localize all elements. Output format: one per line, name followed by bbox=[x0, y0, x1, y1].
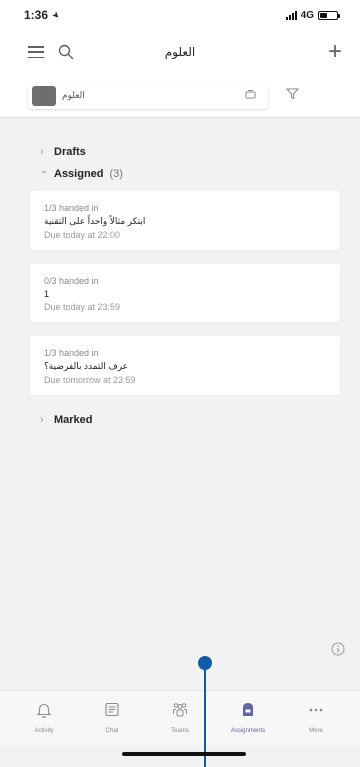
assignment-title: ابتكر مثالاً واحداً على التقنية bbox=[44, 216, 146, 226]
battery-icon bbox=[318, 10, 340, 20]
class-selector[interactable]: العلوم bbox=[28, 82, 268, 109]
tab-label: More bbox=[309, 728, 323, 734]
assignments-icon bbox=[239, 701, 257, 724]
handed-in-status: 0/3 handed in bbox=[44, 276, 99, 286]
tab-label: Teams bbox=[171, 728, 189, 734]
due-date: Due tomorrow at 23:59 bbox=[44, 375, 136, 385]
filter-icon[interactable] bbox=[285, 87, 300, 105]
search-icon[interactable] bbox=[58, 44, 74, 60]
assignment-title: 1 bbox=[44, 289, 50, 299]
class-avatar bbox=[32, 85, 56, 106]
tab-chat[interactable]: Chat bbox=[82, 701, 142, 734]
section-drafts[interactable]: › Drafts bbox=[0, 141, 360, 163]
location-icon: ➤ bbox=[49, 8, 63, 21]
class-name: العلوم bbox=[62, 90, 85, 100]
assignment-title: عرف التمدد بالفرضية؟ bbox=[44, 361, 129, 371]
app-header: العلوم + bbox=[0, 30, 360, 74]
tab-label: Activity bbox=[34, 728, 54, 734]
chevron-right-icon: › bbox=[40, 146, 44, 158]
due-date: Due today at 23:59 bbox=[44, 302, 121, 312]
status-time: 1:36 bbox=[24, 8, 49, 22]
tab-teams[interactable]: Teams bbox=[150, 701, 210, 734]
section-label: Assigned bbox=[54, 168, 104, 180]
section-count: (3) bbox=[109, 168, 123, 180]
bell-icon bbox=[35, 701, 53, 724]
status-bar: 1:36 ➤ 4G bbox=[0, 0, 360, 30]
tab-label: Chat bbox=[105, 728, 119, 734]
handed-in-status: 1/3 handed in bbox=[44, 203, 99, 213]
more-icon bbox=[307, 701, 325, 724]
teams-icon bbox=[171, 701, 189, 724]
assignments-list: › Drafts › Assigned (3) 1/3 handed in اب… bbox=[0, 118, 360, 431]
tab-more[interactable]: More bbox=[286, 701, 346, 734]
menu-icon[interactable] bbox=[28, 46, 44, 58]
section-label: Marked bbox=[54, 414, 93, 426]
class-selector-row: العلوم bbox=[0, 74, 360, 118]
switch-class-icon[interactable] bbox=[245, 89, 256, 103]
tab-assignments[interactable]: Assignments bbox=[218, 701, 278, 734]
home-indicator[interactable] bbox=[122, 752, 246, 756]
tab-activity[interactable]: Activity bbox=[14, 701, 74, 734]
handed-in-status: 1/3 handed in bbox=[44, 348, 99, 358]
assignment-card[interactable]: 1/3 handed in ابتكر مثالاً واحداً على ال… bbox=[30, 191, 340, 250]
chevron-right-icon: › bbox=[40, 414, 44, 426]
section-label: Drafts bbox=[54, 146, 86, 158]
assignment-card[interactable]: 0/3 handed in 1 Due today at 23:59 bbox=[30, 264, 340, 322]
chevron-down-icon: › bbox=[38, 170, 50, 174]
info-icon[interactable] bbox=[331, 642, 345, 661]
network-type: 4G bbox=[300, 9, 314, 21]
section-assigned[interactable]: › Assigned (3) bbox=[0, 163, 360, 185]
assignment-card[interactable]: 1/3 handed in عرف التمدد بالفرضية؟ Due t… bbox=[30, 336, 340, 395]
add-icon[interactable]: + bbox=[328, 40, 342, 64]
due-date: Due today at 22:00 bbox=[44, 230, 121, 240]
section-marked[interactable]: › Marked bbox=[0, 409, 360, 431]
bottom-tab-bar: Activity Chat Teams Assignments More bbox=[0, 690, 360, 745]
signal-icon bbox=[285, 10, 297, 20]
chat-icon bbox=[103, 701, 121, 724]
tab-label: Assignments bbox=[230, 728, 266, 734]
